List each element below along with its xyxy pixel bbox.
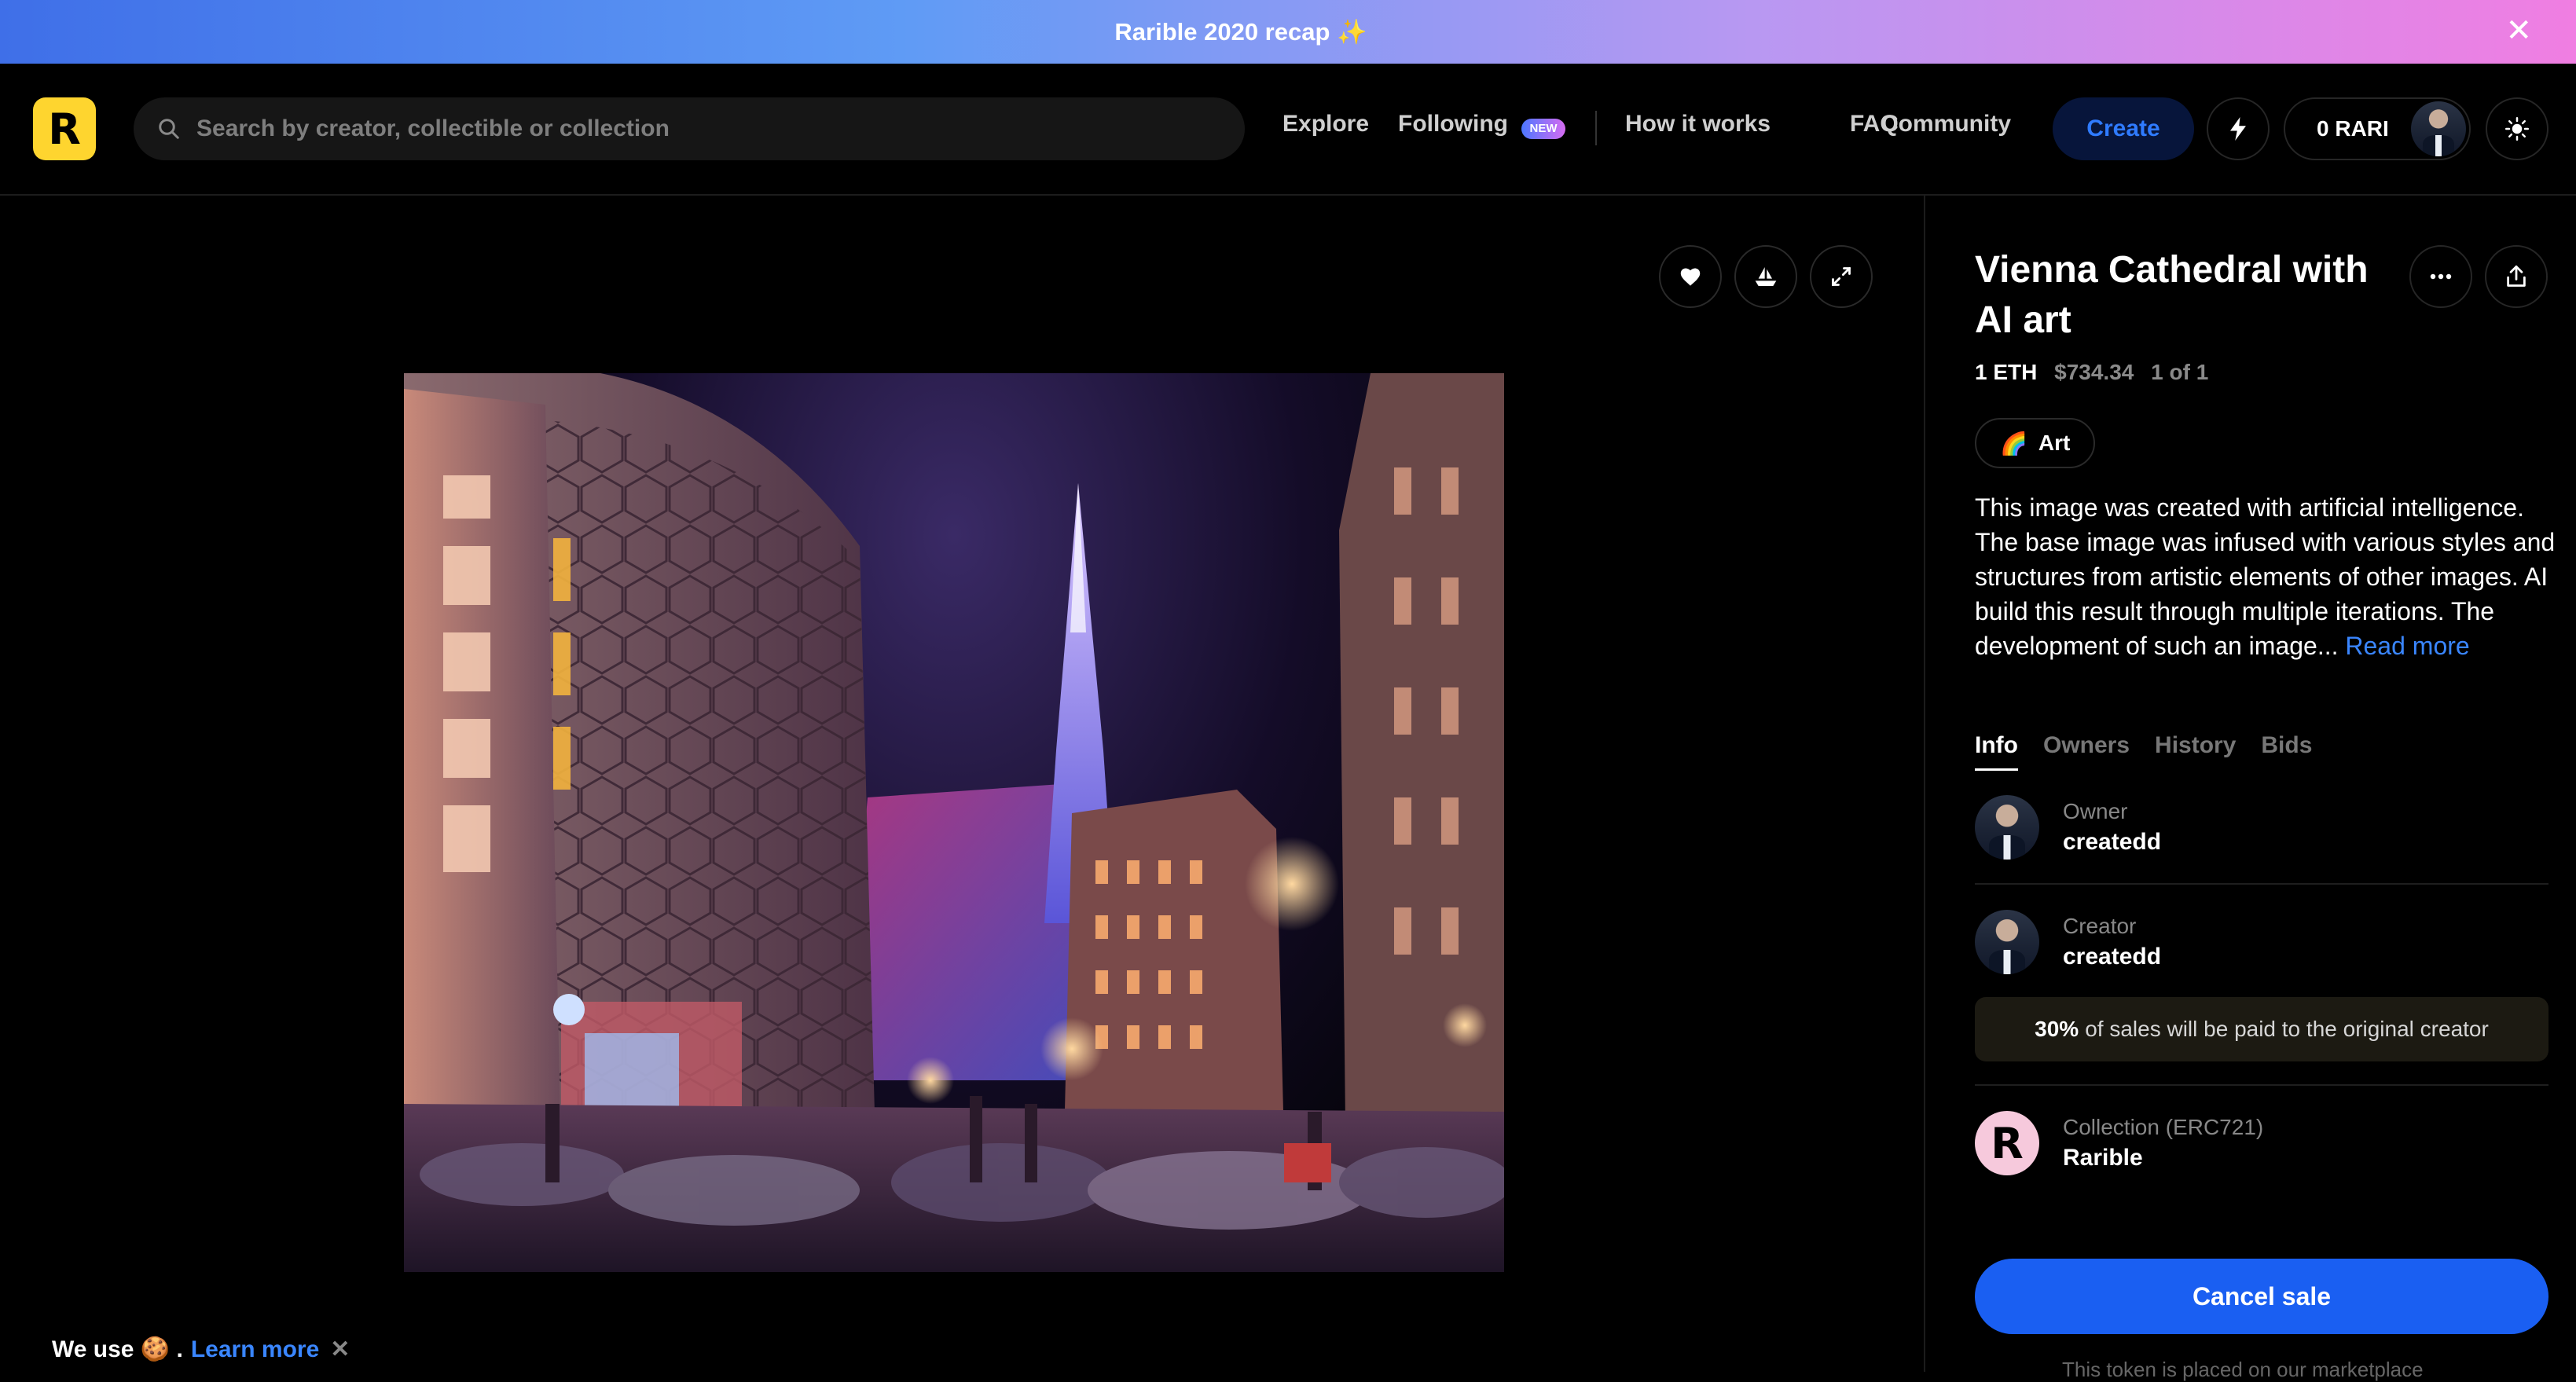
nav-divider (1595, 111, 1597, 145)
collection-icon: R (1975, 1111, 2039, 1175)
creator-name[interactable]: createdd (2063, 944, 2161, 970)
user-avatar (2411, 101, 2466, 156)
share-icon (2507, 265, 2526, 287)
logo-letter: R (48, 104, 81, 154)
owner-avatar (1975, 795, 2039, 860)
learn-more-link[interactable]: Learn more (191, 1336, 319, 1363)
price-eth: 1 ETH (1975, 360, 2038, 384)
like-button[interactable] (1659, 245, 1722, 308)
category-tag[interactable]: 🌈 Art (1975, 418, 2096, 468)
artwork-illustration (404, 373, 1504, 1272)
cookie-notice: We use 🍪 . Learn more ✕ (52, 1336, 350, 1363)
panel-divider (1924, 196, 1925, 1372)
cookie-text: We use 🍪 . (52, 1336, 183, 1362)
detail-tabs: Info Owners History Bids (1975, 732, 2337, 771)
fullscreen-button[interactable] (1810, 245, 1873, 308)
owner-row[interactable]: Owner createdd (1975, 780, 2548, 874)
royalty-text: of sales will be paid to the original cr… (2085, 1017, 2489, 1041)
collection-icon-letter: R (1991, 1118, 2024, 1168)
banner-text[interactable]: Rarible 2020 recap ✨ (1114, 17, 1367, 46)
new-badge: NEW (1521, 119, 1565, 139)
collection-row[interactable]: R Collection (ERC721) Rarible (1975, 1096, 2548, 1190)
royalty-percent: 30% (2035, 1017, 2079, 1041)
tab-history[interactable]: History (2155, 732, 2236, 771)
more-options-button[interactable] (2409, 245, 2472, 308)
opensea-button[interactable] (1734, 245, 1797, 308)
search-bar[interactable] (134, 97, 1245, 160)
owner-name[interactable]: createdd (2063, 829, 2161, 856)
rainbow-icon: 🌈 (2000, 431, 2027, 456)
tab-bids[interactable]: Bids (2261, 732, 2312, 771)
read-more-link[interactable]: Read more (2345, 632, 2469, 660)
item-description: This image was created with artificial i… (1975, 490, 2556, 663)
search-icon (159, 119, 179, 139)
creator-row[interactable]: Creator createdd (1975, 895, 2548, 989)
share-button[interactable] (2485, 245, 2548, 308)
rarible-logo[interactable]: R (33, 97, 96, 160)
expand-icon (1832, 267, 1851, 286)
activity-button[interactable] (2207, 97, 2270, 160)
item-title: Vienna Cathedral with AI art (1975, 249, 2369, 341)
marketplace-note: This token is placed on our marketplace (2062, 1358, 2424, 1381)
tab-owners[interactable]: Owners (2043, 732, 2130, 771)
create-button[interactable]: Create (2053, 97, 2194, 160)
artwork-image[interactable] (404, 373, 1504, 1272)
rari-balance: 0 RARI (2317, 116, 2389, 141)
creator-avatar (1975, 910, 2039, 974)
divider (1975, 1084, 2548, 1086)
rari-balance-button[interactable]: 0 RARI (2284, 97, 2471, 160)
site-header: R Explore Following NEW How it works FAQ… (0, 64, 2576, 196)
creator-role: Creator (2063, 914, 2137, 938)
category-label: Art (2038, 431, 2071, 455)
lightning-icon (2230, 117, 2246, 141)
search-input[interactable] (195, 115, 1220, 143)
collection-name[interactable]: Rarible (2063, 1145, 2263, 1171)
cookie-close-icon[interactable]: ✕ (330, 1336, 350, 1363)
heart-icon (1680, 268, 1701, 286)
divider (1975, 883, 2548, 885)
price-usd: $734.34 (2054, 360, 2134, 384)
nav-following[interactable]: Following (1398, 111, 1508, 137)
nav-explore[interactable]: Explore (1282, 111, 1369, 137)
nav-community[interactable]: Community (1881, 111, 2011, 137)
more-icon (2430, 273, 2452, 280)
nav-how-it-works[interactable]: How it works (1625, 111, 1771, 137)
cancel-sale-button[interactable]: Cancel sale (1975, 1259, 2548, 1334)
banner-close-icon[interactable]: ✕ (2505, 13, 2532, 49)
collection-role: Collection (ERC721) (2063, 1115, 2264, 1139)
royalty-notice: 30% of sales will be paid to the origina… (1975, 997, 2548, 1061)
announcement-banner[interactable]: Rarible 2020 recap ✨ ✕ (0, 0, 2576, 64)
theme-toggle-button[interactable] (2486, 97, 2548, 160)
owner-role: Owner (2063, 799, 2128, 823)
sun-icon (2505, 117, 2529, 141)
price-row: 1 ETH $734.34 1 of 1 (1975, 360, 2208, 385)
boat-icon (1755, 267, 1777, 286)
edition-count: 1 of 1 (2151, 360, 2209, 384)
tab-info[interactable]: Info (1975, 732, 2018, 771)
